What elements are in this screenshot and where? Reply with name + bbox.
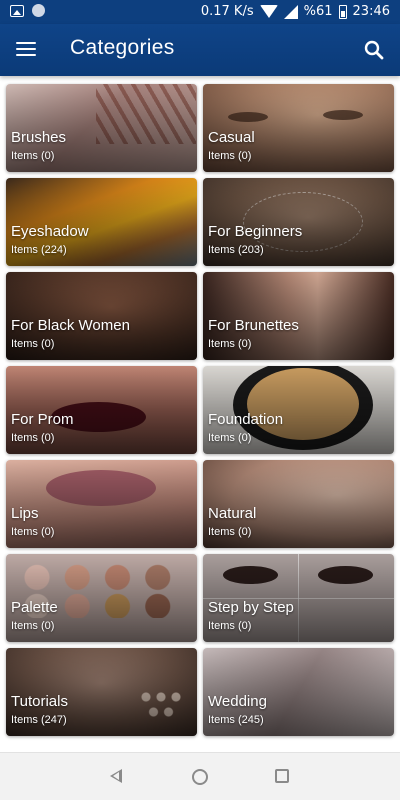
category-tile-eyeshadow[interactable]: Eyeshadow Items (224) [6,178,197,266]
category-tile-for-brunettes[interactable]: For Brunettes Items (0) [203,272,394,360]
home-circle-icon[interactable] [192,769,208,785]
category-count: Items (224) [11,244,67,256]
category-name: Foundation [208,411,284,428]
hamburger-menu-icon[interactable] [14,38,40,62]
category-name: Palette [11,599,58,616]
network-speed: 0.17 K/s [200,4,254,19]
app-bar: Categories [0,24,400,76]
category-name: Wedding [208,693,267,710]
back-triangle-icon[interactable] [110,769,122,783]
category-name: Lips [11,505,39,522]
category-name: Brushes [11,129,67,146]
category-name: Step by Step [208,599,294,616]
app-notification-icon [32,4,45,17]
category-tile-natural[interactable]: Natural Items (0) [203,460,394,548]
signal-icon [283,4,298,19]
category-count: Items (0) [11,150,55,162]
category-count: Items (0) [208,338,252,350]
category-count: Items (0) [11,432,55,444]
category-tile-for-beginners[interactable]: For Beginners Items (203) [203,178,394,266]
category-name: Tutorials [11,693,68,710]
category-count: Items (247) [11,714,67,726]
category-name: Natural [208,505,257,522]
category-name: Eyeshadow [11,223,89,240]
gallery-notification-icon [10,4,24,17]
category-name: For Black Women [11,317,130,334]
category-name: For Brunettes [208,317,299,334]
category-count: Items (0) [208,432,252,444]
category-name: Casual [208,129,255,146]
battery-percent: %61 [303,4,333,19]
clock: 23:46 [352,4,390,19]
category-name: For Beginners [208,223,303,240]
page-title: Categories [70,36,175,59]
category-count: Items (0) [208,150,252,162]
recent-apps-square-icon[interactable] [275,769,289,783]
category-tile-step-by-step[interactable]: Step by Step Items (0) [203,554,394,642]
category-tile-casual[interactable]: Casual Items (0) [203,84,394,172]
status-bar: 0.17 K/s %61 23:46 [0,0,400,24]
wifi-icon [259,5,278,18]
category-tile-wedding[interactable]: Wedding Items (245) [203,648,394,736]
category-name: For Prom [11,411,74,428]
category-tile-foundation[interactable]: Foundation Items (0) [203,366,394,454]
category-count: Items (0) [11,526,55,538]
category-tile-brushes[interactable]: Brushes Items (0) [6,84,197,172]
category-count: Items (203) [208,244,264,256]
category-count: Items (0) [208,526,252,538]
search-icon[interactable] [362,38,386,62]
category-count: Items (0) [11,620,55,632]
category-tile-palette[interactable]: Palette Items (0) [6,554,197,642]
battery-icon [338,4,347,19]
category-tile-tutorials[interactable]: Tutorials Items (247) [6,648,197,736]
category-tile-lips[interactable]: Lips Items (0) [6,460,197,548]
category-count: Items (245) [208,714,264,726]
category-count: Items (0) [208,620,252,632]
category-tile-for-prom[interactable]: For Prom Items (0) [6,366,197,454]
category-tile-for-black-women[interactable]: For Black Women Items (0) [6,272,197,360]
category-count: Items (0) [11,338,55,350]
system-nav-bar [0,752,400,800]
